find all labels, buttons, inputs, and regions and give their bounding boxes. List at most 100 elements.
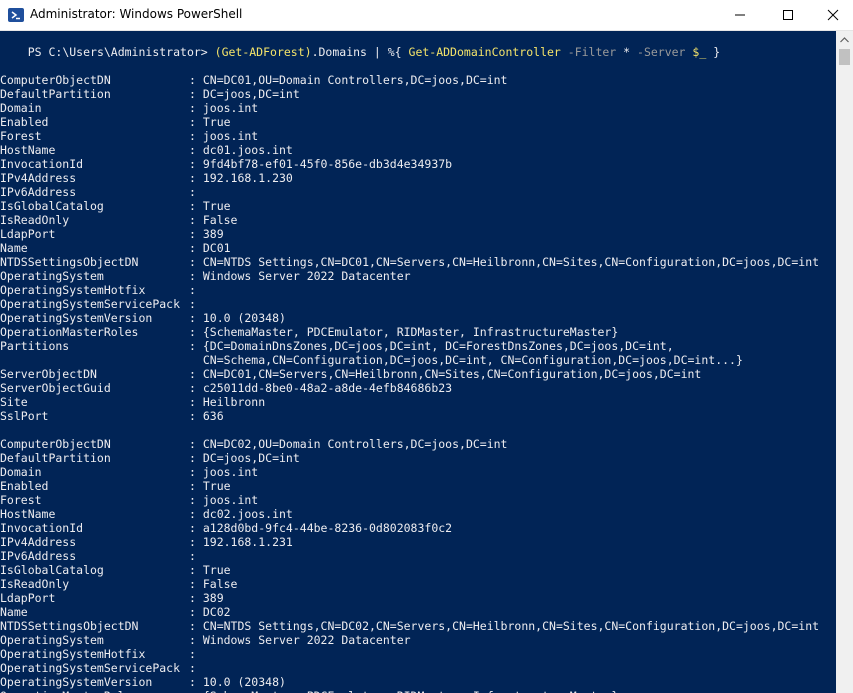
output-line: InvocationId: 9fd4bf78-ef01-45f0-856e-db… xyxy=(0,157,836,171)
property-value: : CN=DC02,OU=Domain Controllers,DC=joos,… xyxy=(189,437,508,451)
property-name: IPv4Address xyxy=(0,535,77,549)
property-name: OperationMasterRoles xyxy=(0,689,189,693)
output-line: OperatingSystem: Windows Server 2022 Dat… xyxy=(0,633,836,647)
cmd-filter-param: -Filter xyxy=(560,45,624,59)
minimize-icon xyxy=(735,14,745,16)
console-output[interactable]: PS C:\Users\Administrator> (Get-ADForest… xyxy=(0,31,836,693)
property-name: ComputerObjectDN xyxy=(0,437,111,451)
output-line: OperatingSystemHotfix: xyxy=(0,283,836,297)
property-name: ComputerObjectDN xyxy=(0,73,111,87)
property-name: IPv6Address xyxy=(0,185,77,199)
property-value: : xyxy=(189,661,196,675)
property-value: : joos.int xyxy=(189,493,259,507)
property-name: IsGlobalCatalog xyxy=(0,563,104,577)
output-line: ComputerObjectDN: CN=DC01,OU=Domain Cont… xyxy=(0,73,836,87)
property-value: : a128d0bd-9fc4-44be-8236-0d802083f0c2 xyxy=(189,521,453,535)
output-line: CN=Schema,CN=Configuration,DC=joos,DC=in… xyxy=(0,353,836,367)
scroll-thumb[interactable] xyxy=(839,49,850,65)
title-bar[interactable]: Administrator: Windows PowerShell xyxy=(0,0,853,31)
output-line: Name : DC01 xyxy=(0,241,836,255)
output-line: ServerObjectGuid: c25011dd-8be0-48a2-a8d… xyxy=(0,381,836,395)
property-name: Forest xyxy=(0,129,42,143)
property-name: IsReadOnly xyxy=(0,213,70,227)
output-line: LdapPort: 389 xyxy=(0,591,836,605)
property-value: : True xyxy=(189,199,231,213)
property-value: : dc02.joos.int xyxy=(189,507,293,521)
output-line: LdapPort: 389 xyxy=(0,227,836,241)
output-line: Forest : joos.int xyxy=(0,129,836,143)
property-value: : 636 xyxy=(189,409,224,423)
output-line: IPv6Address: xyxy=(0,549,836,563)
property-value: : joos.int xyxy=(189,465,259,479)
property-value: : xyxy=(189,297,196,311)
property-name: Name xyxy=(0,241,28,255)
output-line: ServerObjectDN : CN=DC01,CN=Servers,CN=He… xyxy=(0,367,836,381)
property-name: SslPort xyxy=(0,409,49,423)
property-value: : DC=joos,DC=int xyxy=(189,87,300,101)
output-line: DefaultPartition: DC=joos,DC=int xyxy=(0,451,836,465)
output-line: Domain : joos.int xyxy=(0,101,836,115)
property-value: : 389 xyxy=(189,227,224,241)
property-name: Domain xyxy=(0,101,42,115)
property-value: CN=Schema,CN=Configuration,DC=joos,DC=in… xyxy=(189,353,743,367)
property-value: : joos.int xyxy=(189,101,259,115)
property-value: : 10.0 (20348) xyxy=(189,311,286,325)
property-name: OperatingSystemServicePack xyxy=(0,661,181,675)
property-value: : 192.168.1.230 xyxy=(189,171,293,185)
output-line: OperatingSystemServicePack: xyxy=(0,297,836,311)
property-name: OperatingSystemServicePack xyxy=(0,297,181,311)
property-value: : CN=NTDS Settings,CN=DC01,CN=Servers,CN… xyxy=(189,255,820,269)
property-value: : CN=NTDS Settings,CN=DC02,CN=Servers,CN… xyxy=(189,619,820,633)
vertical-scrollbar[interactable] xyxy=(836,31,853,693)
scroll-up-button[interactable] xyxy=(836,31,853,48)
property-value: : joos.int xyxy=(189,129,259,143)
maximize-icon xyxy=(783,10,793,20)
property-name: OperatingSystemHotfix xyxy=(0,647,146,661)
output-line: OperatingSystemServicePack: xyxy=(0,661,836,675)
property-name: HostName xyxy=(0,143,56,157)
property-name: Site xyxy=(0,395,28,409)
property-value: : DC02 xyxy=(189,605,231,619)
command-line: PS C:\Users\Administrator> (Get-ADForest… xyxy=(0,31,836,59)
property-value: : CN=DC01,CN=Servers,CN=Heilbronn,CN=Sit… xyxy=(189,367,702,381)
property-value: : xyxy=(189,647,196,661)
property-value: : xyxy=(189,283,196,297)
output-line: IPv4Address: 192.168.1.231 xyxy=(0,535,836,549)
property-name: ServerObjectGuid xyxy=(0,381,111,395)
property-name: OperatingSystemHotfix xyxy=(0,283,146,297)
property-name: InvocationId xyxy=(0,157,84,171)
close-button[interactable] xyxy=(810,0,853,30)
property-name: OperatingSystem xyxy=(0,269,104,283)
output-line: OperationMasterRoles: {SchemaMaster, PDC… xyxy=(0,689,836,693)
property-value: : 389 xyxy=(189,591,224,605)
property-name: ServerObjectDN xyxy=(0,367,97,381)
property-name: Enabled xyxy=(0,479,49,493)
output-line: IPv6Address: xyxy=(0,185,836,199)
cmd-get-adforest: (Get-ADForest) xyxy=(214,45,312,59)
property-name: OperatingSystemVersion xyxy=(0,311,153,325)
property-value: : DC01 xyxy=(189,241,231,255)
property-value: : Heilbronn xyxy=(189,395,266,409)
output-line: HostName : dc01.joos.int xyxy=(0,143,836,157)
output-line: IsGlobalCatalog: True xyxy=(0,199,836,213)
close-icon xyxy=(827,9,839,21)
property-value: : False xyxy=(189,213,238,227)
property-name: InvocationId xyxy=(0,521,84,535)
output-line: OperatingSystemVersion: 10.0 (20348) xyxy=(0,675,836,689)
property-value: : {DC=DomainDnsZones,DC=joos,DC=int, DC=… xyxy=(189,339,674,353)
property-name: NTDSSettingsObjectDN xyxy=(0,255,139,269)
property-name: Enabled xyxy=(0,115,49,129)
output-line: HostName: dc02.joos.int xyxy=(0,507,836,521)
property-name: DefaultPartition xyxy=(0,87,111,101)
minimize-button[interactable] xyxy=(717,0,763,30)
property-value: : dc01.joos.int xyxy=(189,143,293,157)
maximize-button[interactable] xyxy=(765,0,811,30)
property-value: : Windows Server 2022 Datacenter xyxy=(189,633,411,647)
output-lines: ComputerObjectDN: CN=DC01,OU=Domain Cont… xyxy=(0,73,836,693)
output-line: IsReadOnly: False xyxy=(0,577,836,591)
chevron-up-icon xyxy=(840,36,849,42)
cmd-server-param: -Server xyxy=(637,45,693,59)
output-line: OperationMasterRoles: {SchemaMaster, PDC… xyxy=(0,325,836,339)
cmd-get-addomaincontroller: Get-ADDomainController xyxy=(408,45,561,59)
